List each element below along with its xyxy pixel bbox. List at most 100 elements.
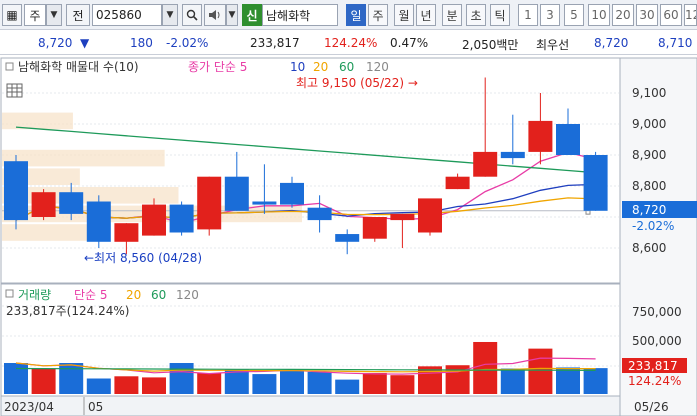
credit-badge: 신 [242, 4, 262, 26]
prev-button[interactable]: 전 [66, 4, 90, 26]
volume-value: 233,817 [250, 36, 300, 50]
code-input[interactable]: 025860 [92, 4, 162, 26]
grid-menu-icon[interactable]: ▦ [2, 4, 22, 26]
chart-area[interactable]: 남해화학 매물대 수(10) 종가 단순 5 10 20 60 120 최고 9… [0, 56, 697, 416]
candle-body [556, 124, 580, 155]
volume-bar [362, 372, 387, 394]
period-month-label: 월 [398, 8, 410, 23]
volume-legend-title: 거래량 [18, 288, 51, 302]
volume-bar [583, 368, 608, 394]
ma20-legend: 20 [313, 60, 328, 74]
volume-bar [114, 376, 139, 394]
speaker-icon[interactable] [204, 4, 226, 26]
candle-body [473, 151, 498, 177]
candle-body [307, 207, 332, 221]
period-year[interactable]: 년 [416, 4, 436, 26]
volume-bar [280, 370, 304, 394]
period-day[interactable]: 일 [346, 4, 366, 26]
interval-120[interactable]: 12 [684, 4, 697, 26]
candle-body [197, 176, 222, 230]
stock-chart[interactable]: 남해화학 매물대 수(10) 종가 단순 5 10 20 60 120 최고 9… [0, 56, 697, 416]
candle-body [390, 213, 415, 221]
period-week-label: 주 [372, 8, 384, 23]
stock-name: 남해화학 [266, 8, 311, 23]
candle-body [280, 182, 304, 205]
volume-bar [31, 368, 56, 394]
current-price: 8,720 [38, 36, 73, 50]
chevron-down-icon[interactable]: ▼ [226, 4, 238, 26]
ma10-legend: 10 [290, 60, 305, 74]
price-axis-label: 9,100 [632, 86, 666, 100]
stock-name-field: 남해화학 [262, 4, 338, 26]
interval-20[interactable]: 20 [612, 4, 634, 26]
current-volume-tag-text: 233,817 [628, 359, 678, 373]
change-percent: -2.02% [166, 36, 209, 50]
volume-value-text: 233,817주(124.24%) [6, 304, 129, 318]
price-axis-label: 8,900 [632, 148, 666, 162]
candle-body [4, 161, 28, 221]
volume-profile-band [2, 187, 179, 204]
chevron-down-icon[interactable]: ▼ [162, 4, 178, 26]
candle-body [169, 204, 194, 233]
interval-1[interactable]: 1 [518, 4, 538, 26]
ma60-legend: 60 [339, 60, 354, 74]
volume-bar [500, 368, 525, 394]
candle-body [252, 201, 277, 205]
volume-bar [528, 348, 553, 394]
candle-body [362, 217, 387, 239]
ma120-legend: 120 [366, 60, 389, 74]
period-second[interactable]: 초 [466, 4, 486, 26]
credit-badge-label: 신 [246, 8, 258, 23]
volume-legend-toggle-icon[interactable] [5, 289, 14, 298]
period-month[interactable]: 월 [394, 4, 414, 26]
interval-30[interactable]: 30 [636, 4, 658, 26]
period-day-label: 일 [350, 8, 362, 23]
toolbar: ▦ 주 ▼ 전 025860 ▼ ▼ 신 남해화학 일 주 월 년 분 초 틱 … [0, 0, 697, 30]
interval-3-label: 3 [546, 8, 554, 22]
price-axis-label: 8,600 [632, 241, 666, 255]
vma120-legend: 120 [176, 288, 199, 302]
table-icon[interactable] [6, 83, 23, 98]
period-minute[interactable]: 분 [442, 4, 462, 26]
vma20-legend: 20 [126, 288, 141, 302]
best-quote-label: 최우선 [536, 38, 570, 52]
code-value: 025860 [96, 8, 142, 22]
price-axis-label: 8,800 [632, 179, 666, 193]
chevron-down-icon[interactable]: ▼ [46, 4, 62, 26]
candle-body [142, 204, 166, 236]
volume-bar [197, 372, 222, 394]
interval-5[interactable]: 5 [564, 4, 584, 26]
volume-bar [390, 375, 415, 394]
legend-toggle-icon[interactable] [5, 62, 14, 71]
volume-axis-label: 500,000 [632, 334, 682, 348]
period-week[interactable]: 주 [368, 4, 388, 26]
candle-body [445, 176, 470, 190]
search-icon[interactable] [182, 4, 202, 26]
volume-bar [4, 363, 28, 394]
change-arrow: ▼ [80, 36, 90, 50]
interval-60[interactable]: 60 [660, 4, 682, 26]
price-axis-label: 9,000 [632, 117, 666, 131]
candle-body [224, 176, 249, 211]
current-pct-tag: -2.02% [632, 219, 674, 233]
date-label-start: 2023/04 [4, 400, 54, 414]
vma5-legend: 단순 5 [74, 288, 108, 302]
best-ask: 8,710 [658, 36, 693, 50]
market-label: 주 [29, 8, 41, 23]
volume-bar [556, 367, 580, 394]
interval-10[interactable]: 10 [588, 4, 610, 26]
date-label-month: 05 [88, 400, 103, 414]
current-volume-pct: 124.24% [628, 374, 681, 388]
turnover-rate: 0.47% [390, 36, 429, 50]
market-select[interactable]: 주 [24, 4, 46, 26]
volume-bar [86, 378, 111, 394]
ma5-legend: 종가 단순 5 [188, 60, 247, 74]
candle-body [86, 201, 111, 242]
volume-bar [252, 374, 277, 394]
period-tick-label: 틱 [494, 8, 506, 23]
interval-3[interactable]: 3 [540, 4, 560, 26]
interval-60-label: 60 [663, 8, 679, 22]
period-tick[interactable]: 틱 [490, 4, 510, 26]
volume-bar [335, 379, 360, 394]
date-label-end: 05/26 [634, 400, 669, 414]
